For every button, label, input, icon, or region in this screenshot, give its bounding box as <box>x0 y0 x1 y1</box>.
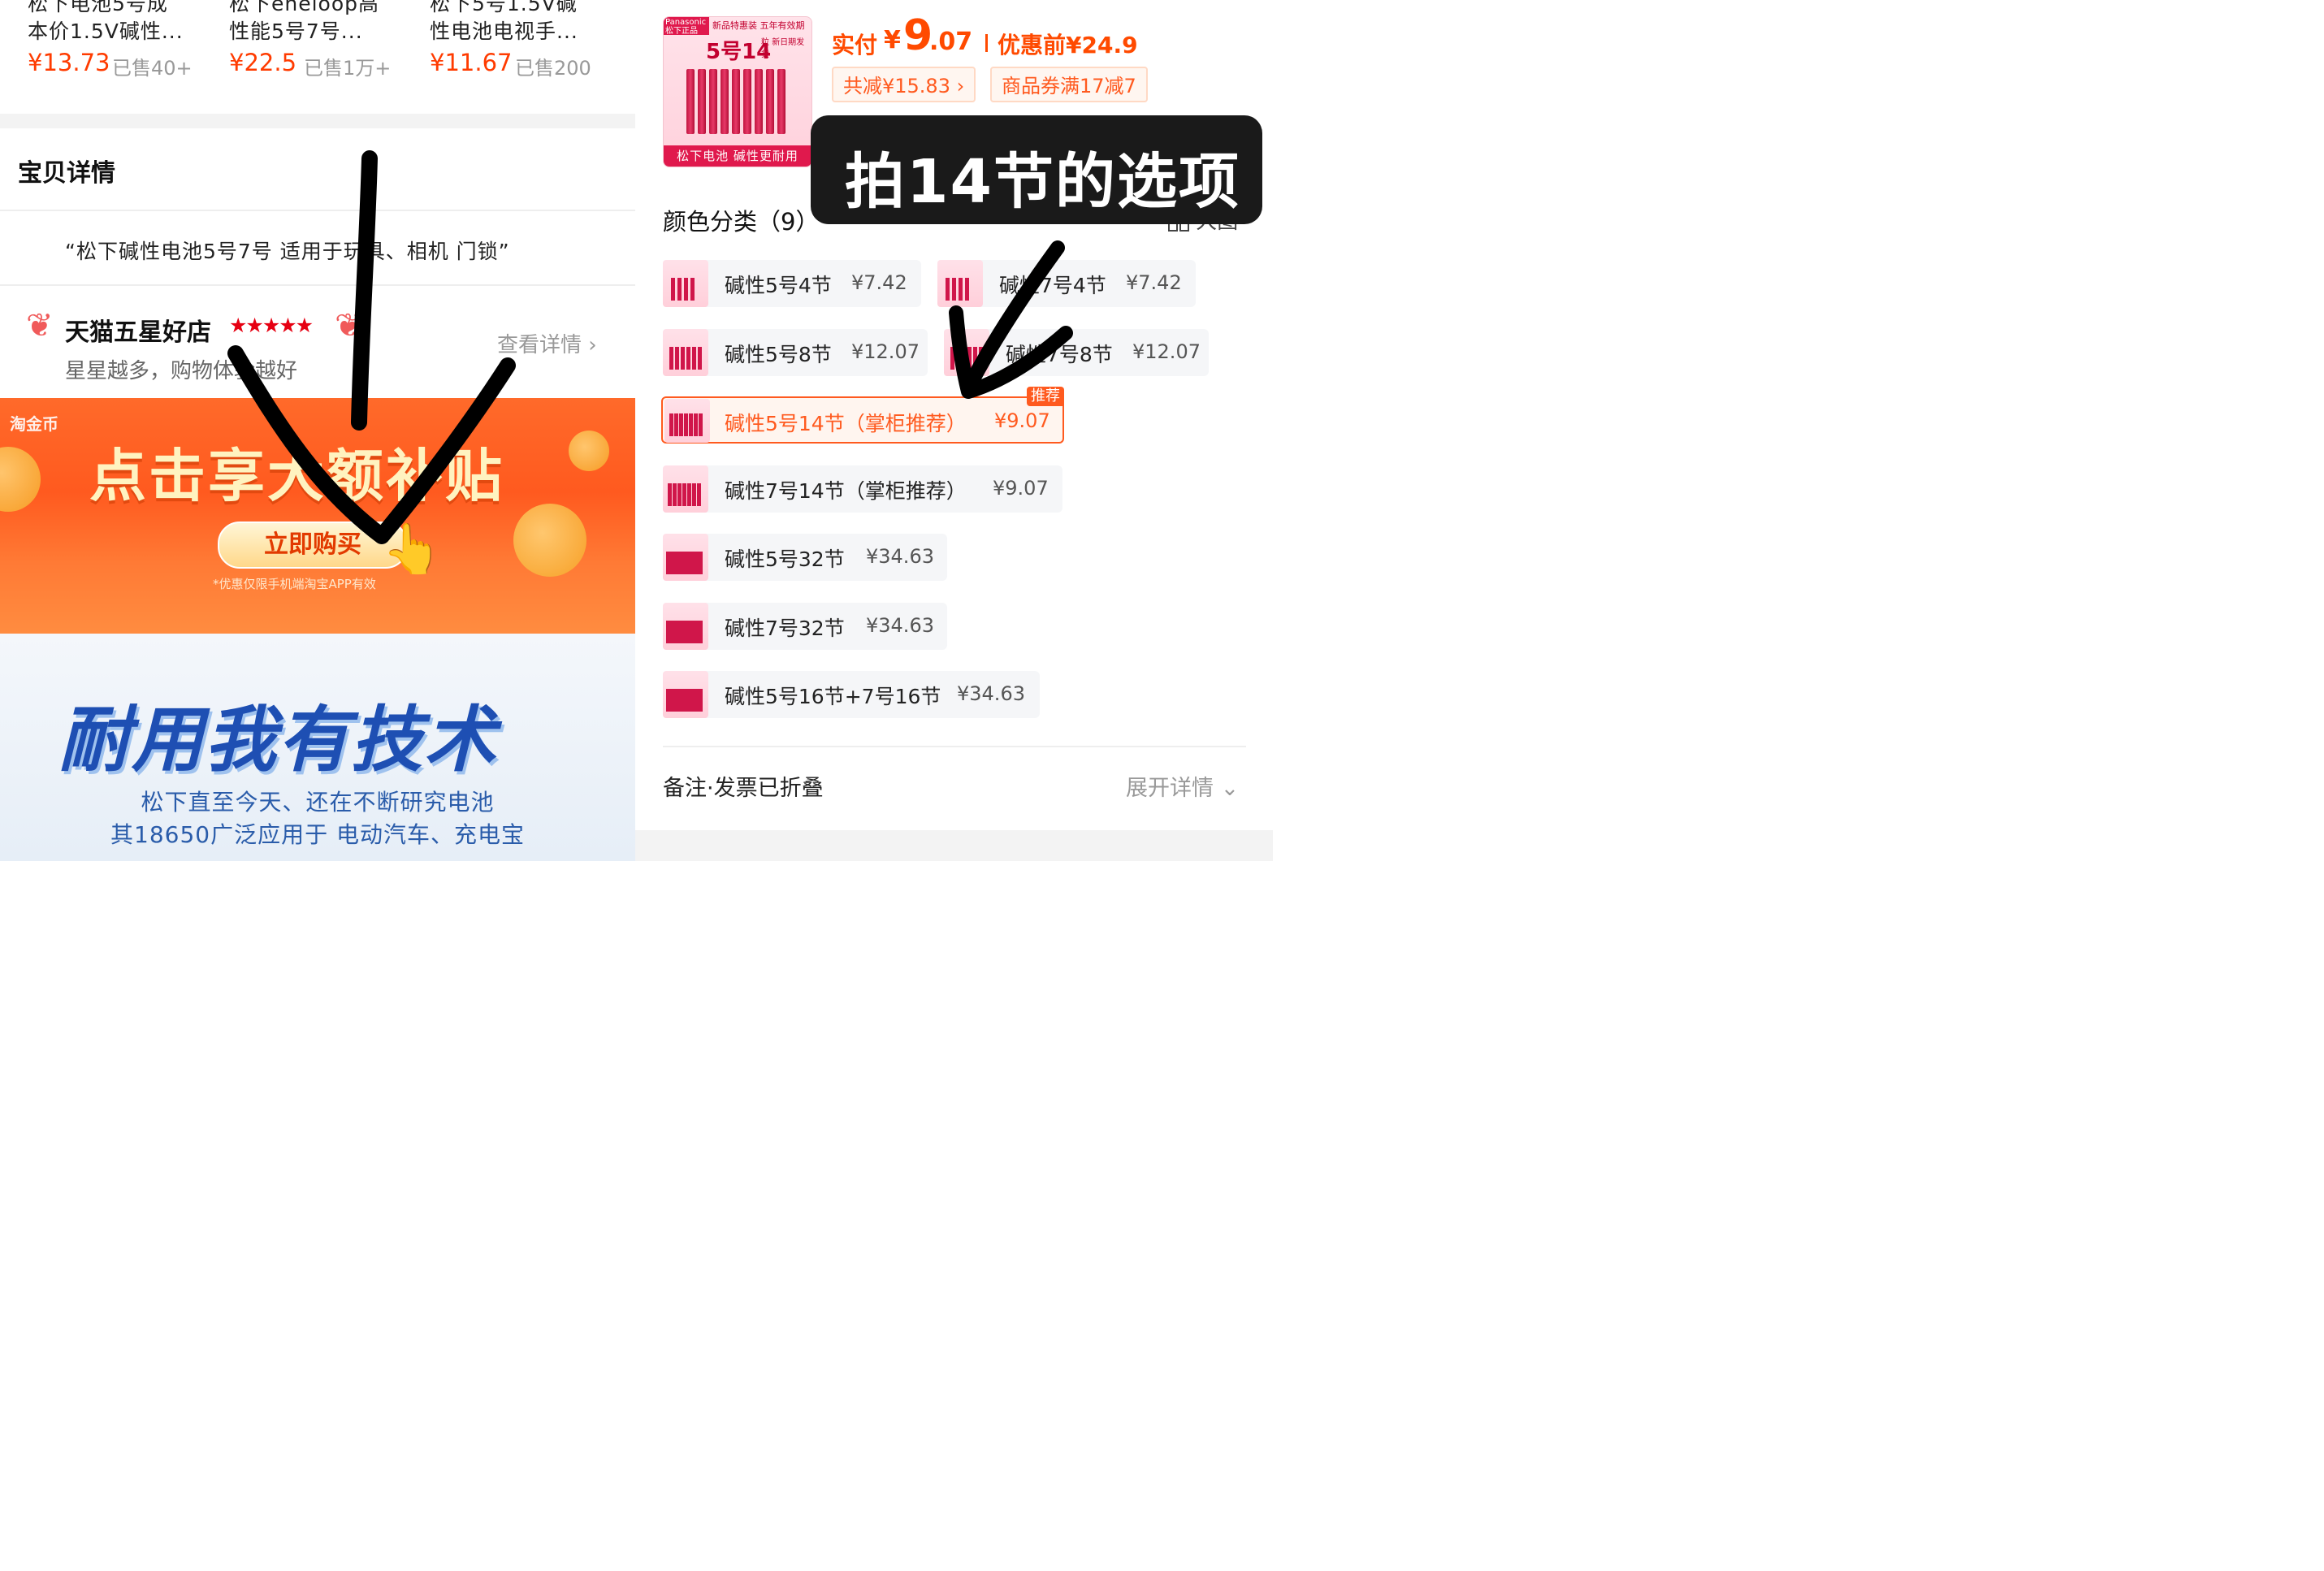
section-separator <box>0 114 635 128</box>
recommendation-sold: 已售40+ <box>112 57 193 80</box>
coin-decoration <box>513 504 586 577</box>
sku-thumbnail <box>663 603 708 650</box>
tech-line: 其18650广泛应用于 电动汽车、充电宝 <box>110 821 525 848</box>
bottom-separator <box>635 830 1273 861</box>
battery-pack-image <box>686 69 792 144</box>
recommendation-row: 松下电池5号成 本价1.5V碱性... ¥13.73 已售40+ 松下enelo… <box>0 0 635 114</box>
sku-label: 碱性5号32节 <box>725 547 845 571</box>
recommended-tag: 推荐 <box>1027 387 1064 406</box>
annotation-callout-text: 拍14节的选项 <box>845 147 1240 217</box>
right-screenshot: Panasonic 松下正品 新品特惠装 五年有效期 5号14 粒 新日期发货 … <box>635 0 1273 861</box>
coupon-chip[interactable]: 商品券满17减7 <box>990 67 1148 102</box>
tech-section: 耐用我有技术 松下直至今天、还在不断研究电池 其18650广泛应用于 电动汽车、… <box>0 634 635 861</box>
view-details-link[interactable]: 查看详情 › <box>497 328 597 358</box>
sku-label: 碱性5号4节 <box>725 274 832 297</box>
recommendation-sold: 已售1万+ <box>304 57 392 80</box>
pay-price-decimal: .07 <box>929 28 973 56</box>
sku-price: ¥34.63 <box>957 682 1025 705</box>
sku-option[interactable]: 碱性7号4节 ¥7.42 <box>937 260 1196 307</box>
recommendation-price: ¥22.5 <box>229 49 297 76</box>
sku-thumbnail <box>663 534 708 581</box>
sku-thumbnail <box>937 260 983 307</box>
sku-option[interactable]: 碱性5号32节 ¥34.63 <box>663 534 947 581</box>
coin-decoration <box>0 447 41 512</box>
sku-option-selected[interactable]: 碱性5号14节（掌柜推荐） ¥9.07 推荐 <box>661 387 1064 444</box>
discount-chip[interactable]: 共减¥15.83 › <box>832 67 976 102</box>
sku-price: ¥7.42 <box>851 271 907 294</box>
product-thumbnail[interactable]: Panasonic 松下正品 新品特惠装 五年有效期 5号14 粒 新日期发货 … <box>663 16 812 167</box>
coin-decoration <box>569 431 609 471</box>
sku-option[interactable]: 碱性5号8节 ¥12.07 <box>663 329 928 376</box>
pay-price-integer: 9 <box>903 11 933 60</box>
sku-price: ¥9.07 <box>993 477 1049 500</box>
product-quote: “松下碱性电池5号7号 适用于玩具、相机 门锁” <box>65 240 510 263</box>
star-rating-icon: ★★★★★ <box>229 314 314 337</box>
recommendation-sold: 已售200 <box>515 57 591 80</box>
recommendation-title: 松下eneloop高 性能5号7号... <box>229 0 380 43</box>
sku-thumbnail <box>944 329 989 376</box>
price-separator <box>985 34 988 52</box>
sku-label: 碱性7号8节 <box>1006 343 1113 366</box>
recommendation-title: 松下5号1.5V碱 性电池电视手... <box>430 0 578 43</box>
sku-option[interactable]: 碱性5号16节+7号16节 ¥34.63 <box>663 671 1040 718</box>
thumbnail-sub: 粒 新日期发货 <box>761 38 805 59</box>
sku-thumbnail <box>663 329 708 376</box>
tech-title: 耐用我有技术 <box>58 698 498 781</box>
pay-currency: ¥ <box>884 26 901 54</box>
sku-thumbnail <box>664 399 710 443</box>
sku-price: ¥34.63 <box>866 545 934 568</box>
subsidy-banner[interactable]: 淘金币 点击享大额补贴 立即购买 👆 *优惠仅限手机端淘宝APP有效 <box>0 398 635 634</box>
store-title: 天猫五星好店 <box>65 318 211 347</box>
left-screenshot: 松下电池5号成 本价1.5V碱性... ¥13.73 已售40+ 松下enelo… <box>0 0 635 861</box>
buy-now-button[interactable]: 立即购买 <box>218 522 408 569</box>
sku-thumbnail <box>663 671 708 718</box>
sku-label: 碱性7号14节（掌柜推荐） <box>725 479 967 503</box>
divider-line <box>0 284 635 286</box>
pay-label: 实付 <box>832 32 878 58</box>
sku-price: ¥34.63 <box>866 614 934 637</box>
divider-line <box>663 746 1246 747</box>
sku-thumbnail <box>663 465 708 513</box>
divider-line <box>0 210 635 211</box>
detail-heading: 宝贝详情 <box>18 159 115 188</box>
expand-details-link[interactable]: 展开详情 ⌄ <box>1126 770 1239 802</box>
sku-option[interactable]: 碱性5号4节 ¥7.42 <box>663 260 921 307</box>
banner-note: *优惠仅限手机端淘宝APP有效 <box>213 577 376 591</box>
sku-option[interactable]: 碱性7号32节 ¥34.63 <box>663 603 947 650</box>
thumbnail-footer: 松下电池 碱性更耐用 <box>664 145 811 167</box>
recommendation-price: ¥11.67 <box>430 49 513 76</box>
sku-price: ¥12.07 <box>1132 340 1201 363</box>
laurel-right-icon: ❦ <box>335 307 362 344</box>
sku-price: ¥12.07 <box>851 340 920 363</box>
sku-label: 碱性7号4节 <box>999 274 1106 297</box>
pre-discount-price: 优惠前¥24.9 <box>998 32 1138 58</box>
banner-title: 点击享大额补贴 <box>89 443 504 509</box>
sku-label: 碱性5号8节 <box>725 343 832 366</box>
sku-option[interactable]: 碱性7号8节 ¥12.07 <box>944 329 1209 376</box>
sku-label: 碱性5号14节（掌柜推荐） <box>725 412 967 435</box>
brand-badge: Panasonic 松下正品 <box>664 17 709 36</box>
store-subtitle: 星星越多，购物体验越好 <box>65 359 298 383</box>
tech-line: 松下直至今天、还在不断研究电池 <box>141 789 495 816</box>
sku-price: ¥7.42 <box>1126 271 1182 294</box>
chevron-right-icon: › <box>588 333 597 357</box>
recommendation-title: 松下电池5号成 本价1.5V碱性... <box>28 0 184 43</box>
thumbnail-topline: 新品特惠装 五年有效期 <box>712 20 805 31</box>
sku-label: 碱性7号32节 <box>725 617 845 640</box>
recommendation-price: ¥13.73 <box>28 49 110 76</box>
sku-label: 碱性5号16节+7号16节 <box>725 685 941 708</box>
laurel-left-icon: ❦ <box>26 307 54 344</box>
remark-invoice-collapsed[interactable]: 备注·发票已折叠 <box>663 770 824 802</box>
color-category-heading: 颜色分类（9） <box>663 208 820 236</box>
sku-thumbnail <box>663 260 708 307</box>
pointing-hand-icon: 👆 <box>382 521 443 578</box>
taojinbi-logo: 淘金币 <box>10 414 58 434</box>
sku-option[interactable]: 碱性7号14节（掌柜推荐） ¥9.07 <box>663 465 1062 513</box>
sku-price: ¥9.07 <box>994 409 1050 432</box>
